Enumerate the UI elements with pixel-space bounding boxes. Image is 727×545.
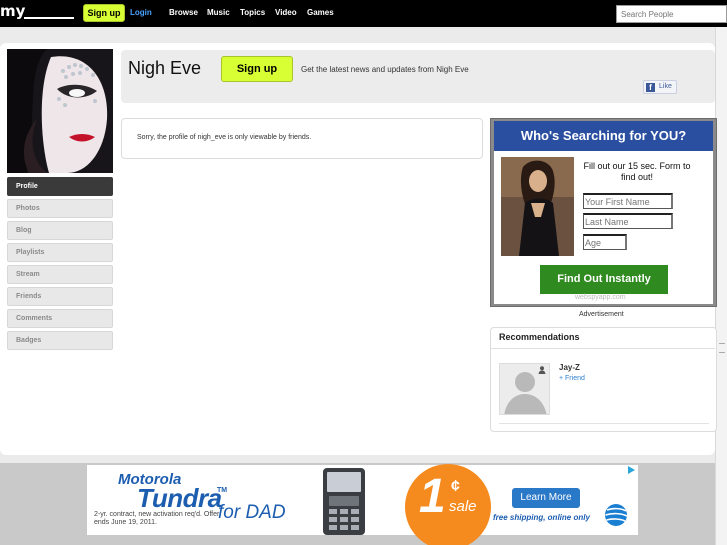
profile-name: Nigh Eve [128,58,202,78]
sale-label: sale [449,498,477,515]
search-people-input[interactable] [616,5,727,23]
sidebar-item-playlists[interactable]: Playlists [7,243,113,262]
ad-photo[interactable] [501,157,574,256]
phone-image[interactable] [319,466,369,535]
private-profile-message: Sorry, the profile of nigh_eve is only v… [137,134,312,141]
signup-button[interactable]: Sign up [221,56,293,82]
sidebar-item-badges[interactable]: Badges [7,331,113,350]
ad-last-name-field[interactable] [583,213,673,229]
ad-caption: Advertisement [579,311,624,318]
ad-domain: webspyapp.com [575,294,626,301]
banner-trademark: TM [217,487,228,494]
top-navigation-bar: my Sign up Login Browse Music Topics Vid… [0,0,727,27]
nav-video[interactable]: Video [275,8,297,17]
profile-tagline: Get the latest news and updates from Nig… [301,65,469,74]
sidebar-item-photos[interactable]: Photos [7,199,113,218]
ad-prompt: Fill out our 15 sec. Form to find out! [583,161,691,182]
nav-games[interactable]: Games [307,8,334,17]
person-icon [538,366,546,374]
ad-age-field[interactable] [583,234,627,250]
facebook-icon: f [646,83,655,92]
cent-symbol: ¢ [451,478,460,495]
scrollbar-grip[interactable] [719,343,725,353]
ad-cta-button[interactable]: Find Out Instantly [540,265,668,294]
shipping-note: free shipping, online only [493,513,590,522]
ad-headline[interactable]: Who's Searching for YOU? [494,121,713,151]
login-link[interactable]: Login [130,8,152,17]
profile-header [121,50,715,103]
adchoices-icon[interactable] [626,465,636,475]
sale-price: 1 [419,470,446,523]
site-logo[interactable]: my [0,1,76,23]
sidebar-item-comments[interactable]: Comments [7,309,113,328]
recommendations-title: Recommendations [499,332,580,342]
sale-badge-circle[interactable] [405,464,491,545]
profile-avatar-photo [7,49,113,173]
add-friend-link[interactable]: + Friend [559,375,585,382]
facebook-like-button[interactable]: f Like [643,80,677,94]
att-globe-icon [605,504,628,526]
signup-button-top[interactable]: Sign up [83,4,125,22]
nav-music[interactable]: Music [207,8,230,17]
logo-text: my [0,2,26,20]
recommendations-bottom-rule [499,423,709,424]
nav-topics[interactable]: Topics [240,8,265,17]
logo-underline [24,17,74,19]
like-label: Like [659,83,672,90]
nav-browse[interactable]: Browse [169,8,198,17]
sidebar-item-blog[interactable]: Blog [7,221,113,240]
learn-more-button[interactable]: Learn More [512,488,580,508]
profile-avatar[interactable] [7,49,113,173]
recommendations-divider [491,348,715,349]
banner-product[interactable]: Tundra [137,483,222,514]
recommendation-name[interactable]: Jay-Z [559,363,580,372]
ad-photo-image [501,157,574,256]
sidebar-item-stream[interactable]: Stream [7,265,113,284]
sidebar-item-friends[interactable]: Friends [7,287,113,306]
ad-first-name-field[interactable] [583,193,673,209]
banner-fine-print: 2-yr. contract, new activation req'd. Of… [94,511,220,526]
sidebar-item-profile[interactable]: Profile [7,177,113,196]
